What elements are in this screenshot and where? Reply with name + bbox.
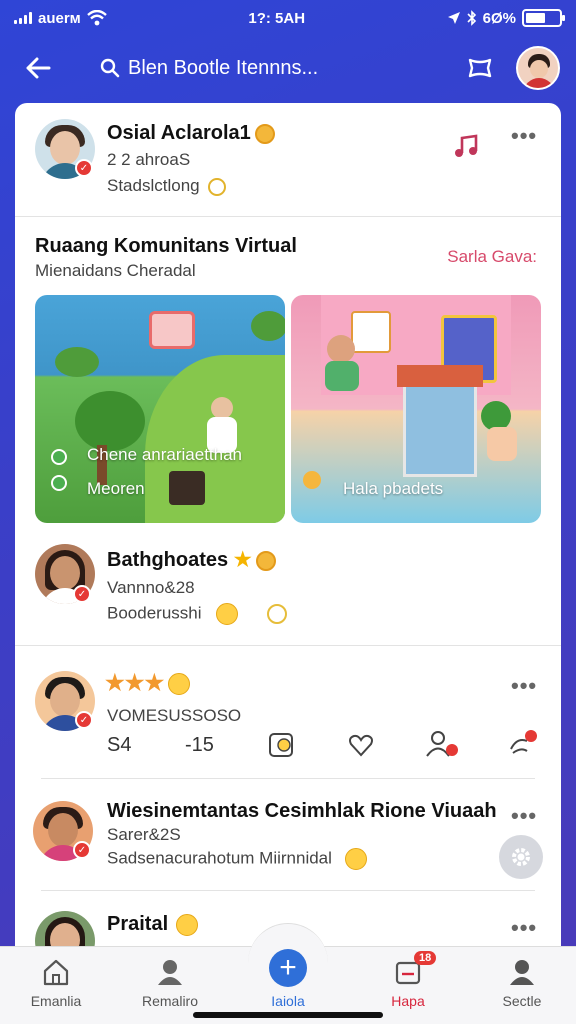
divider bbox=[15, 216, 561, 217]
back-button[interactable] bbox=[16, 46, 60, 90]
divider bbox=[15, 645, 561, 646]
section-subtitle: Mienaidans Cheradal bbox=[35, 261, 196, 280]
bluetooth-icon bbox=[467, 10, 476, 26]
post-author-name: Bathghoates ★ bbox=[107, 547, 276, 572]
virtual-room-tile[interactable]: Chene anrariaetthan Meoren bbox=[35, 295, 285, 523]
back-arrow-icon bbox=[26, 57, 51, 79]
post-meta: Vannno&28 bbox=[107, 578, 195, 597]
map-button[interactable] bbox=[462, 50, 498, 86]
star-icon: ★ bbox=[144, 670, 165, 695]
more-options-icon[interactable]: ••• bbox=[511, 673, 537, 699]
tile-label: Chene anrariaetthan bbox=[87, 445, 243, 464]
more-options-icon[interactable]: ••• bbox=[511, 803, 537, 829]
verified-badge: ✓ bbox=[73, 841, 91, 859]
smile-emoji-icon bbox=[216, 603, 239, 625]
post-author-name: Praital bbox=[107, 913, 199, 936]
star-icon: ★ bbox=[124, 670, 145, 695]
more-options-icon[interactable]: ••• bbox=[511, 123, 537, 149]
heart-icon[interactable] bbox=[347, 731, 375, 759]
verified-badge: ✓ bbox=[73, 585, 91, 603]
sticker-icon[interactable] bbox=[267, 731, 295, 759]
post-location: Stadslctlong bbox=[107, 176, 227, 196]
carrier-label: auerм bbox=[38, 9, 81, 27]
tab-label: Emanlia bbox=[30, 993, 82, 1009]
tab-label: Iaiola bbox=[271, 993, 305, 1009]
coin-icon bbox=[254, 123, 275, 144]
post-author-name: Wiesinemtantas Cesimhlak Rione Viuaah bbox=[107, 800, 497, 822]
coin-icon bbox=[255, 550, 276, 571]
settings-button[interactable] bbox=[499, 835, 543, 879]
profile-icon bbox=[158, 960, 182, 985]
tab-label: Hapa bbox=[391, 993, 425, 1009]
map-icon bbox=[468, 58, 492, 78]
grin-emoji-icon bbox=[168, 673, 191, 696]
search-icon bbox=[100, 58, 120, 78]
tile-label: Meoren bbox=[87, 479, 145, 498]
star-icon: ★ bbox=[105, 670, 125, 695]
feed-card: ✓ Osial Aclarola1 2 2 ahroaS Stadslctlon… bbox=[15, 103, 561, 963]
see-all-link[interactable]: Sarla Gava: bbox=[447, 247, 537, 267]
post-caption: Sadsenacurahotum Miirnnidal bbox=[107, 848, 367, 870]
music-note-icon[interactable] bbox=[452, 133, 480, 161]
gold-check-icon bbox=[208, 177, 227, 196]
search-query: Blen Bootle Itennns... bbox=[128, 56, 319, 79]
notification-badge: 18 bbox=[414, 951, 437, 965]
search-bar[interactable]: Blen Bootle Itennns... bbox=[100, 57, 462, 80]
add-friend-icon[interactable] bbox=[425, 729, 459, 759]
star-icon: ★ bbox=[233, 549, 252, 571]
location-icon bbox=[447, 12, 460, 24]
clock: 1?: 5AH bbox=[248, 9, 306, 27]
battery-icon bbox=[521, 9, 565, 27]
status-bar: auerм 1?: 5AH 6Ø% bbox=[0, 0, 576, 36]
virtual-shop-tile[interactable]: Hala pbadets bbox=[291, 295, 541, 523]
tab-label: Remaliro bbox=[141, 993, 198, 1009]
tab-user[interactable]: Sectle bbox=[472, 955, 572, 1009]
tab-profile[interactable]: Remaliro bbox=[120, 955, 220, 1009]
share-icon[interactable] bbox=[507, 727, 539, 759]
status-left: auerм bbox=[14, 10, 107, 27]
smile-emoji-icon bbox=[176, 913, 199, 936]
section-title: Ruaang Komunitans Virtual bbox=[35, 235, 297, 257]
post-caption: Booderusshi bbox=[107, 603, 287, 625]
top-nav-bar: Blen Bootle Itennns... bbox=[0, 40, 576, 96]
more-options-icon[interactable]: ••• bbox=[511, 915, 537, 941]
tab-home[interactable]: Emanlia bbox=[6, 955, 106, 1009]
battery-percent: 6Ø% bbox=[482, 9, 516, 27]
tab-add[interactable]: + Iaiola bbox=[238, 947, 338, 1009]
profile-avatar[interactable] bbox=[516, 46, 560, 90]
verified-badge: ✓ bbox=[75, 159, 93, 177]
stat-count: -15 bbox=[185, 734, 214, 756]
post-meta: 2 2 ahroaS bbox=[107, 150, 191, 169]
add-icon: + bbox=[269, 949, 307, 987]
status-right: 6Ø% bbox=[447, 9, 565, 27]
refresh-circle-icon bbox=[51, 475, 67, 491]
timer-icon bbox=[266, 604, 287, 624]
post-meta: Sarer&2S bbox=[107, 825, 181, 844]
wifi-icon bbox=[86, 10, 107, 26]
home-indicator bbox=[193, 1012, 383, 1018]
home-icon bbox=[43, 959, 69, 986]
rating-stars: ★★★ bbox=[105, 670, 191, 696]
user-icon bbox=[510, 960, 534, 985]
post-author-name: Osial Aclarola1 bbox=[107, 122, 275, 145]
check-circle-icon bbox=[51, 449, 67, 465]
tile-label: Hala pbadets bbox=[343, 479, 444, 498]
divider bbox=[41, 890, 535, 891]
verified-badge: ✓ bbox=[75, 711, 93, 729]
stat-count: S4 bbox=[107, 734, 132, 756]
smile-emoji-icon bbox=[344, 848, 367, 870]
signal-icon bbox=[14, 12, 32, 24]
gear-icon bbox=[512, 848, 530, 866]
tab-inbox[interactable]: 18 Hapa bbox=[358, 951, 458, 1009]
post-meta: VOMESUSSOSO bbox=[107, 706, 242, 725]
tab-label: Sectle bbox=[502, 993, 542, 1009]
divider bbox=[41, 778, 535, 779]
